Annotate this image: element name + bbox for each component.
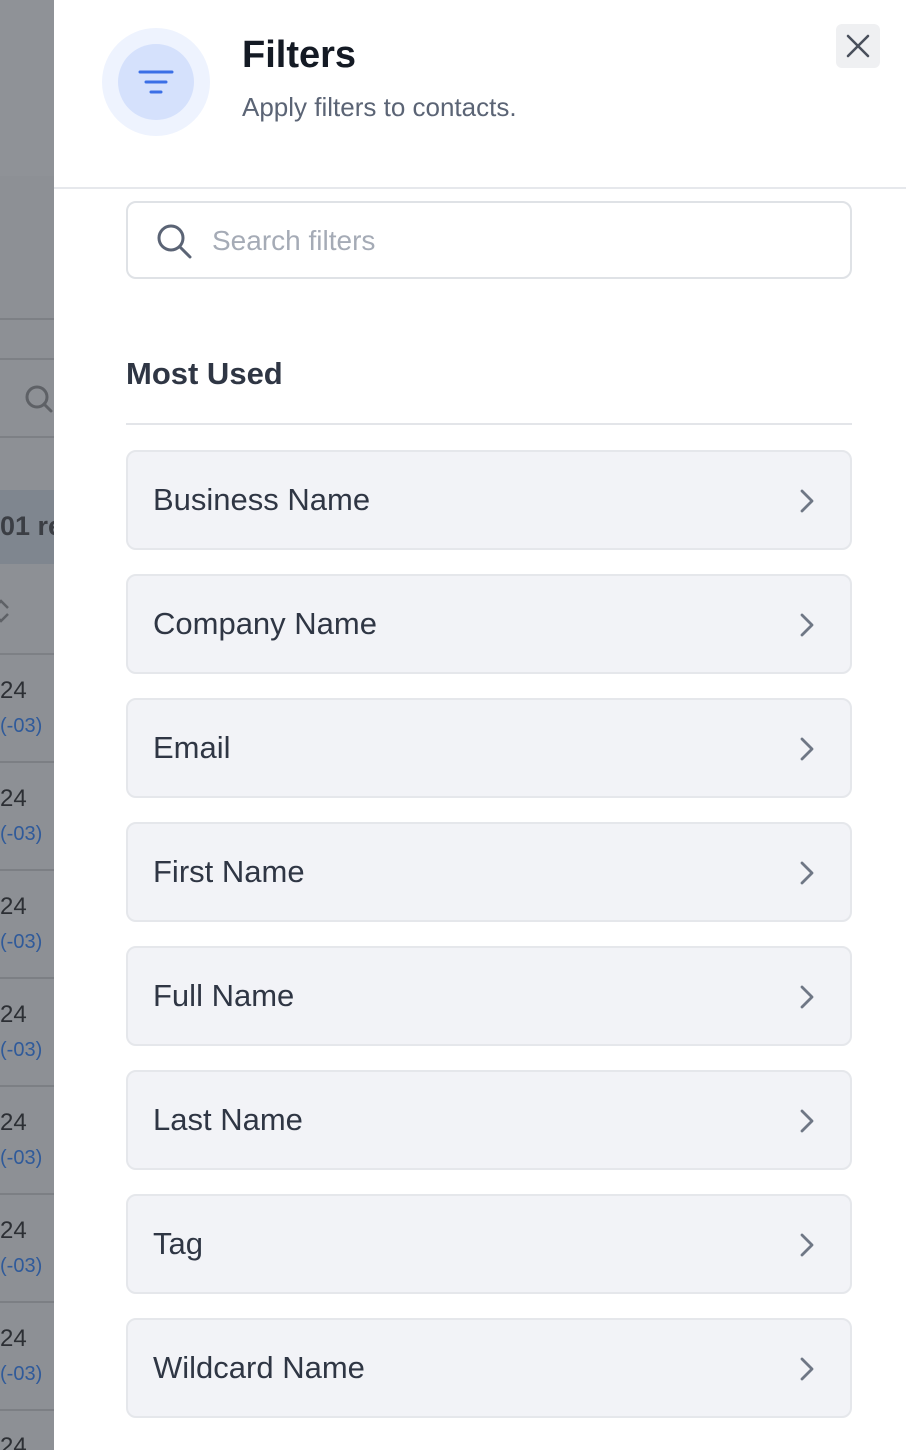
filter-item-tag[interactable]: Tag: [126, 1194, 852, 1294]
background-record-count: 01 re: [0, 511, 54, 541]
chevron-right-icon: [800, 861, 814, 885]
drawer-header: Filters Apply filters to contacts.: [54, 0, 906, 189]
background-header-area: [0, 0, 54, 176]
drawer-subtitle: Apply filters to contacts.: [242, 92, 517, 122]
filter-item-label: Email: [153, 730, 231, 765]
filter-item-last-name[interactable]: Last Name: [126, 1070, 852, 1170]
background-table-row: 24 (-03): [0, 1303, 54, 1411]
filter-lines-icon: [118, 44, 194, 120]
chevron-right-icon: [800, 985, 814, 1009]
filter-item-full-name[interactable]: Full Name: [126, 946, 852, 1046]
background-table-row: 24 (-03): [0, 871, 54, 979]
filter-item-label: Full Name: [153, 978, 295, 1013]
background-divider: [0, 318, 54, 320]
close-icon: [846, 34, 870, 58]
background-sort-icon: [0, 599, 9, 623]
filter-item-label: Wildcard Name: [153, 1350, 365, 1385]
chevron-right-icon: [800, 737, 814, 761]
chevron-right-icon: [800, 1233, 814, 1257]
filter-item-first-name[interactable]: First Name: [126, 822, 852, 922]
filter-item-label: Last Name: [153, 1102, 303, 1137]
background-table-row: 24 (-03): [0, 979, 54, 1087]
chevron-right-icon: [800, 489, 814, 513]
chevron-right-icon: [800, 613, 814, 637]
background-search-icon: [25, 385, 53, 413]
search-filters-input[interactable]: [212, 213, 832, 269]
filters-drawer: Filters Apply filters to contacts. Most …: [54, 0, 906, 1450]
background-divider: [0, 436, 54, 438]
filter-item-company-name[interactable]: Company Name: [126, 574, 852, 674]
close-button[interactable]: [836, 24, 880, 68]
filter-item-label: Business Name: [153, 482, 371, 517]
chevron-right-icon: [800, 1357, 814, 1381]
section-title-most-used: Most Used: [126, 356, 283, 391]
filter-item-email[interactable]: Email: [126, 698, 852, 798]
background-page-overlay: 01 re 24 (-03) 24 (-03) 24 (-03) 24 (-03…: [0, 0, 54, 1450]
drawer-title: Filters: [242, 34, 357, 76]
filter-item-label: First Name: [153, 854, 305, 889]
background-table-row: 24: [0, 1433, 27, 1450]
filter-item-business-name[interactable]: Business Name: [126, 450, 852, 550]
chevron-right-icon: [800, 1109, 814, 1133]
section-divider: [126, 423, 852, 425]
filter-item-wildcard-name[interactable]: Wildcard Name: [126, 1318, 852, 1418]
background-table-row: 24 (-03): [0, 1087, 54, 1195]
search-icon: [157, 224, 192, 259]
filter-list: Business Name Company Name Email First N…: [126, 450, 852, 1442]
background-table-row: 24 (-03): [0, 1195, 54, 1303]
filter-item-label: Tag: [153, 1226, 203, 1261]
filter-item-label: Company Name: [153, 606, 377, 641]
background-divider: [0, 358, 54, 360]
search-filters-box[interactable]: [126, 201, 852, 279]
background-table-row: 24 (-03): [0, 655, 54, 763]
background-table-row: 24 (-03): [0, 763, 54, 871]
